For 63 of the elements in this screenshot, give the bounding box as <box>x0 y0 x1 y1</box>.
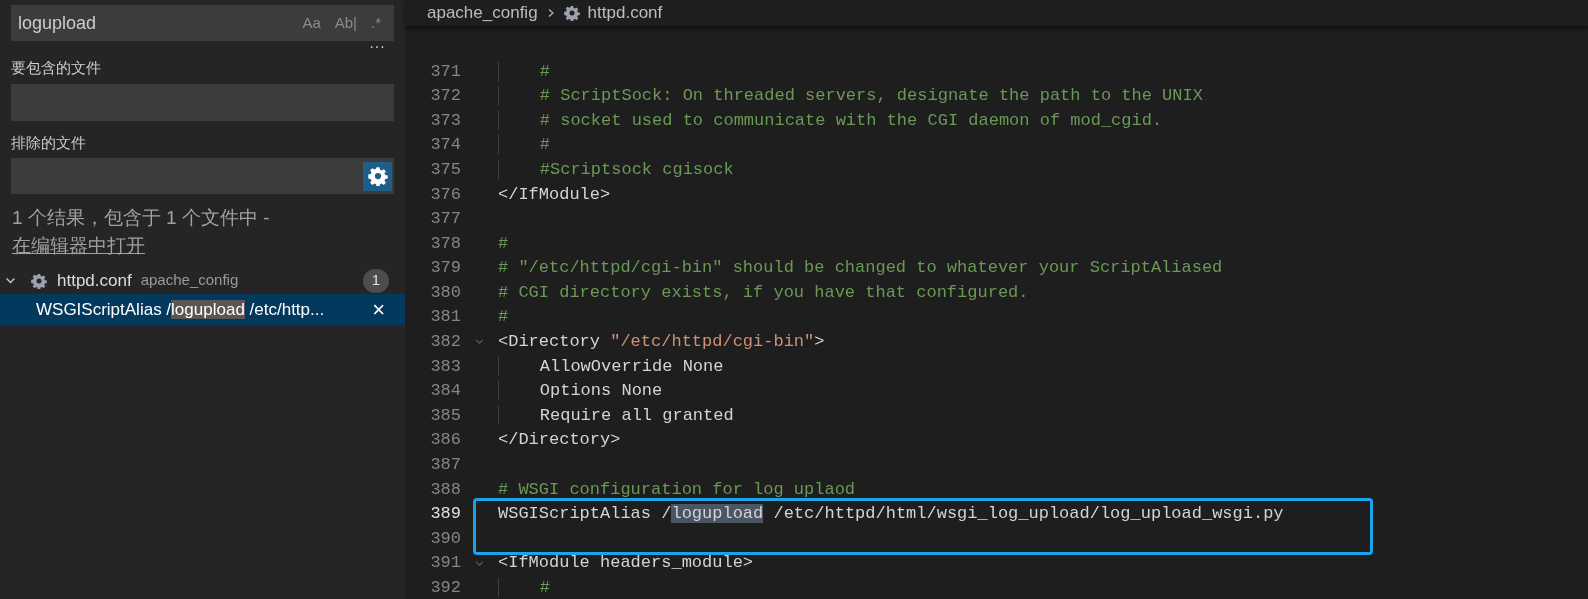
code-text: </IfModule> <box>498 184 611 204</box>
code-text: # "/etc/httpd/cgi-bin" should be changed to whatever your ScriptAliased <box>498 258 1223 278</box>
gear-icon <box>31 272 47 289</box>
settings-toggle[interactable] <box>363 161 392 191</box>
line-number: 385 <box>429 404 461 427</box>
gear-icon <box>563 5 580 21</box>
code-text: </Directory> <box>498 430 621 450</box>
line-number: 386 <box>429 429 461 452</box>
open-in-editor-link[interactable]: 在编辑器中打开 <box>12 235 145 256</box>
line-number: 380 <box>429 281 461 304</box>
line-number: 381 <box>429 306 461 329</box>
code-text: # WSGI configuration for log uplaod <box>498 479 856 499</box>
search-match: logupload <box>671 504 764 524</box>
line-number: 388 <box>429 478 461 501</box>
exclude-field[interactable] <box>11 158 394 194</box>
code-text: # <box>539 61 550 81</box>
code-text: # <box>539 578 550 597</box>
code-text: # CGI directory exists, if you have that configured. <box>498 282 1029 302</box>
code-text: > <box>814 332 825 352</box>
include-label: 要包含的文件 <box>11 58 102 78</box>
code-text: "/etc/httpd/cgi-bin" <box>610 332 815 352</box>
breadcrumb-file[interactable]: httpd.conf <box>587 0 663 26</box>
line-number: 376 <box>429 183 461 206</box>
breadcrumb-folder[interactable]: apache_config <box>427 0 538 26</box>
code-text: # <box>498 307 509 327</box>
match-count: 1 <box>363 268 389 293</box>
line-number: 371 <box>429 60 461 83</box>
line-number: 387 <box>429 454 461 477</box>
code-text: # ScriptSock: On threaded servers, designate the path to the UNIX <box>539 86 1203 106</box>
exclude-label: 排除的文件 <box>11 132 87 153</box>
line-number: 384 <box>429 380 461 403</box>
line-number: 383 <box>429 355 461 378</box>
line-number: 392 <box>429 577 461 599</box>
line-number: 378 <box>429 232 461 255</box>
line-number: 377 <box>429 208 461 231</box>
code-text: #Scriptsock cgisock <box>539 159 734 179</box>
line-number: 374 <box>429 134 461 157</box>
more-button[interactable]: ··· <box>369 41 385 53</box>
code-text: Options None <box>539 381 663 401</box>
line-number: 389 <box>429 503 461 526</box>
line-number: 391 <box>429 552 461 575</box>
code-text: # <box>498 233 509 253</box>
settings-icon <box>367 166 388 186</box>
code-text: AllowOverride None <box>539 356 724 376</box>
line-number: 390 <box>429 527 461 550</box>
code-text: /etc/httpd/html/wsgi_log_upload/log_upload_wsgi.py <box>772 504 1284 524</box>
code-text: <Directory <box>498 332 602 352</box>
result-text: WSGIScriptAlias /logupload /etc/http... <box>36 298 325 321</box>
line-number: 375 <box>429 158 461 181</box>
line-number: 373 <box>429 109 461 132</box>
results-summary: 1 个结果，包含于 1 个文件中 - 在编辑器中打开 <box>12 206 271 258</box>
line-number: 382 <box>429 331 461 354</box>
close-button[interactable]: × <box>372 298 385 321</box>
code-text: WSGIScriptAlias / <box>498 504 672 524</box>
code-text: Require all granted <box>539 405 734 425</box>
line-number: 379 <box>429 257 461 280</box>
result-row[interactable]: WSGIScriptAlias /logupload /etc/http... × <box>0 294 405 325</box>
file-name[interactable]: httpd.conf <box>57 267 132 294</box>
code-text: # socket used to communicate with the CGI daemon of mod_cgid. <box>539 110 1163 130</box>
folder-name: apache_config <box>140 270 239 291</box>
code-text: <IfModule headers_module> <box>498 553 754 573</box>
line-number: 372 <box>429 85 461 108</box>
code-text: # <box>539 135 550 155</box>
